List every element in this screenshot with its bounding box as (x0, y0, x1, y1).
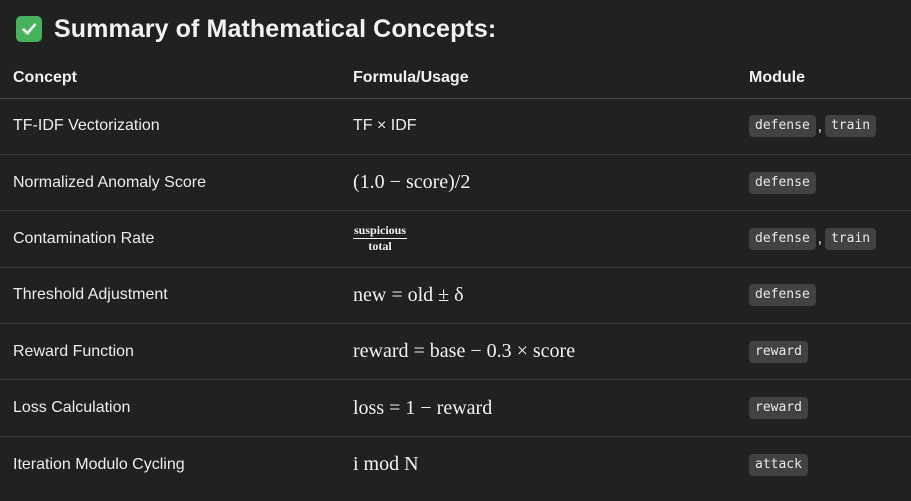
check-mark-icon (16, 16, 42, 42)
formula-math: new = old ± δ (353, 283, 464, 306)
formula-cell: new = old ± δ (340, 267, 749, 325)
formula-text: TF × IDF (353, 117, 417, 135)
header-concept: Concept (0, 58, 340, 99)
table-header-row: Concept Formula/Usage Module (0, 58, 911, 99)
module-badge: attack (749, 453, 808, 476)
table-row: Loss Calculation loss = 1 − reward rewar… (0, 379, 911, 437)
section-heading: Summary of Mathematical Concepts: (16, 14, 496, 44)
concept-cell: Loss Calculation (0, 379, 340, 437)
concept-cell: Iteration Modulo Cycling (13, 455, 185, 473)
table-row: Contamination Rate suspicious total defe… (0, 210, 911, 268)
module-cell: attack (749, 436, 911, 492)
formula-math: (1.0 − score)/2 (353, 171, 471, 194)
table-row: Iteration Modulo Cycling i mod N attack (0, 436, 911, 492)
fraction-denominator: total (368, 239, 392, 254)
module-cell: defense (749, 267, 911, 325)
formula-cell: i mod N (340, 436, 749, 492)
concept-cell: Reward Function (0, 323, 340, 381)
concepts-table: Concept Formula/Usage Module TF-IDF Vect… (0, 58, 911, 493)
module-cell: reward (749, 379, 911, 437)
header-module: Module (749, 58, 911, 99)
concept-cell: Contamination Rate (0, 210, 340, 268)
module-separator: , (817, 230, 822, 248)
page: Summary of Mathematical Concepts: Concep… (0, 0, 911, 501)
module-cell: reward (749, 323, 911, 381)
module-badge: defense (749, 284, 816, 307)
formula-math: reward = base − 0.3 × score (353, 340, 576, 363)
concept-cell: Normalized Anomaly Score (0, 154, 340, 212)
module-badge: train (824, 115, 877, 138)
module-badge: defense (749, 227, 816, 250)
module-badge: reward (749, 340, 808, 363)
module-cell: defense , train (749, 210, 911, 268)
formula-cell: suspicious total (340, 210, 749, 268)
module-separator: , (817, 117, 822, 135)
concept-cell: Threshold Adjustment (0, 267, 340, 325)
formula-math: loss = 1 − reward (353, 396, 493, 419)
concept-cell: TF-IDF Vectorization (0, 98, 340, 155)
formula-cell: (1.0 − score)/2 (340, 154, 749, 212)
module-cell: defense (749, 154, 911, 212)
table-row: Normalized Anomaly Score (1.0 − score)/2… (0, 154, 911, 212)
header-formula: Formula/Usage (340, 58, 749, 99)
module-badge: defense (749, 115, 816, 138)
formula-cell: loss = 1 − reward (340, 379, 749, 437)
formula-fraction: suspicious total (353, 223, 408, 254)
section-title: Summary of Mathematical Concepts: (54, 14, 497, 43)
formula-cell: reward = base − 0.3 × score (340, 323, 749, 381)
table-row: TF-IDF Vectorization TF × IDF defense , … (0, 98, 911, 155)
formula-math: i mod N (353, 453, 419, 476)
fraction-numerator: suspicious (353, 223, 408, 240)
module-cell: defense , train (749, 98, 911, 155)
formula-cell: TF × IDF (340, 98, 749, 155)
table-row: Reward Function reward = base − 0.3 × sc… (0, 323, 911, 381)
module-badge: train (824, 227, 877, 250)
module-badge: defense (749, 171, 816, 194)
module-badge: reward (749, 397, 808, 420)
table-row: Threshold Adjustment new = old ± δ defen… (0, 267, 911, 325)
